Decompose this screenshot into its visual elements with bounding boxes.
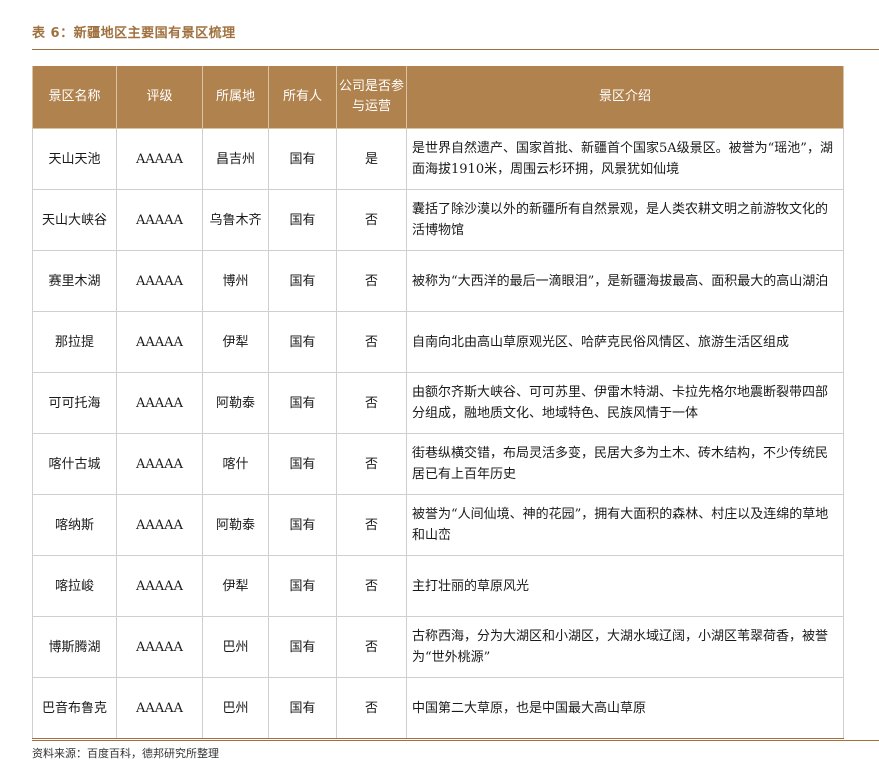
- cell-location: 博州: [202, 250, 269, 312]
- table-row: 赛里木湖 AAAAA 博州 国有 否 被称为“大西洋的最后一滴眼泪”，是新疆海拔…: [32, 250, 844, 312]
- cell-name: 博斯腾湖: [32, 616, 117, 678]
- cell-owner: 国有: [268, 372, 337, 434]
- cell-rating: AAAAA: [116, 128, 203, 190]
- cell-owner: 国有: [268, 677, 337, 739]
- cell-intro: 中国第二大草原，也是中国最大高山草原: [406, 677, 844, 739]
- header-location: 所属地: [202, 66, 269, 129]
- cell-intro: 被誉为“人间仙境、神的花园”，拥有大面积的森林、村庄以及连绵的草地和山峦: [406, 494, 844, 556]
- cell-intro: 古称西海，分为大湖区和小湖区，大湖水域辽阔，小湖区苇翠荷香，被誉为“世外桃源”: [406, 616, 844, 678]
- cell-name: 天山天池: [32, 128, 117, 190]
- cell-name: 天山大峡谷: [32, 189, 117, 251]
- header-owner: 所有人: [268, 66, 337, 129]
- table-row: 可可托海 AAAAA 阿勒泰 国有 否 由额尔齐斯大峡谷、可可苏里、伊雷木特湖、…: [32, 372, 844, 434]
- scenic-area-table: 景区名称 评级 所属地 所有人 公司是否参与运营 景区介绍 天山天池 AAAAA…: [32, 66, 844, 739]
- cell-name: 喀拉峻: [32, 555, 117, 617]
- source-divider: [32, 740, 879, 741]
- table-row: 喀纳斯 AAAAA 阿勒泰 国有 否 被誉为“人间仙境、神的花园”，拥有大面积的…: [32, 494, 844, 556]
- table-row: 天山大峡谷 AAAAA 乌鲁木齐 国有 否 囊括了除沙漠以外的新疆所有自然景观，…: [32, 189, 844, 251]
- cell-intro: 被称为“大西洋的最后一滴眼泪”，是新疆海拔最高、面积最大的高山湖泊: [406, 250, 844, 312]
- cell-owner: 国有: [268, 311, 337, 373]
- cell-rating: AAAAA: [116, 372, 203, 434]
- cell-location: 喀什: [202, 433, 269, 495]
- table-row: 喀拉峻 AAAAA 伊犁 国有 否 主打壮丽的草原风光: [32, 555, 844, 617]
- cell-operate: 否: [336, 433, 407, 495]
- cell-name: 赛里木湖: [32, 250, 117, 312]
- cell-owner: 国有: [268, 189, 337, 251]
- cell-name: 可可托海: [32, 372, 117, 434]
- header-intro: 景区介绍: [406, 66, 844, 129]
- cell-operate: 否: [336, 555, 407, 617]
- table-row: 巴音布鲁克 AAAAA 巴州 国有 否 中国第二大草原，也是中国最大高山草原: [32, 677, 844, 739]
- table-caption: 表 6：新疆地区主要国有景区梳理: [32, 26, 236, 41]
- cell-rating: AAAAA: [116, 555, 203, 617]
- cell-rating: AAAAA: [116, 189, 203, 251]
- cell-location: 阿勒泰: [202, 494, 269, 556]
- cell-rating: AAAAA: [116, 494, 203, 556]
- cell-name: 喀什古城: [32, 433, 117, 495]
- cell-location: 伊犁: [202, 555, 269, 617]
- cell-rating: AAAAA: [116, 616, 203, 678]
- cell-owner: 国有: [268, 555, 337, 617]
- cell-operate: 否: [336, 372, 407, 434]
- cell-operate: 否: [336, 250, 407, 312]
- cell-rating: AAAAA: [116, 250, 203, 312]
- table-row: 天山天池 AAAAA 昌吉州 国有 是 是世界自然遗产、国家首批、新疆首个国家5…: [32, 128, 844, 190]
- cell-intro: 街巷纵横交错，布局灵活多变，民居大多为土木、砖木结构，不少传统民居已有上百年历史: [406, 433, 844, 495]
- cell-location: 乌鲁木齐: [202, 189, 269, 251]
- cell-intro: 囊括了除沙漠以外的新疆所有自然景观，是人类农耕文明之前游牧文化的活博物馆: [406, 189, 844, 251]
- table-row: 喀什古城 AAAAA 喀什 国有 否 街巷纵横交错，布局灵活多变，民居大多为土木…: [32, 433, 844, 495]
- cell-owner: 国有: [268, 433, 337, 495]
- cell-name: 巴音布鲁克: [32, 677, 117, 739]
- cell-operate: 否: [336, 494, 407, 556]
- caption-divider: [32, 49, 879, 50]
- cell-rating: AAAAA: [116, 311, 203, 373]
- cell-owner: 国有: [268, 128, 337, 190]
- cell-intro: 主打壮丽的草原风光: [406, 555, 844, 617]
- cell-rating: AAAAA: [116, 433, 203, 495]
- source-note: 资料来源：百度百科，德邦研究所整理: [32, 747, 219, 760]
- cell-operate: 否: [336, 189, 407, 251]
- cell-location: 巴州: [202, 616, 269, 678]
- cell-location: 阿勒泰: [202, 372, 269, 434]
- cell-name: 那拉提: [32, 311, 117, 373]
- cell-operate: 否: [336, 677, 407, 739]
- cell-owner: 国有: [268, 494, 337, 556]
- cell-operate: 是: [336, 128, 407, 190]
- header-name: 景区名称: [32, 66, 117, 129]
- cell-intro: 是世界自然遗产、国家首批、新疆首个国家5A级景区。被誉为“瑶池”，湖面海拔191…: [406, 128, 844, 190]
- table-header-row: 景区名称 评级 所属地 所有人 公司是否参与运营 景区介绍: [32, 66, 844, 129]
- cell-name: 喀纳斯: [32, 494, 117, 556]
- cell-intro: 自南向北由高山草原观光区、哈萨克民俗风情区、旅游生活区组成: [406, 311, 844, 373]
- cell-location: 伊犁: [202, 311, 269, 373]
- header-operate: 公司是否参与运营: [336, 66, 407, 129]
- cell-location: 昌吉州: [202, 128, 269, 190]
- cell-intro: 由额尔齐斯大峡谷、可可苏里、伊雷木特湖、卡拉先格尔地震断裂带四部分组成，融地质文…: [406, 372, 844, 434]
- table-row: 那拉提 AAAAA 伊犁 国有 否 自南向北由高山草原观光区、哈萨克民俗风情区、…: [32, 311, 844, 373]
- cell-owner: 国有: [268, 250, 337, 312]
- cell-rating: AAAAA: [116, 677, 203, 739]
- cell-operate: 否: [336, 311, 407, 373]
- header-rating: 评级: [116, 66, 203, 129]
- cell-owner: 国有: [268, 616, 337, 678]
- table-row: 博斯腾湖 AAAAA 巴州 国有 否 古称西海，分为大湖区和小湖区，大湖水域辽阔…: [32, 616, 844, 678]
- cell-operate: 否: [336, 616, 407, 678]
- cell-location: 巴州: [202, 677, 269, 739]
